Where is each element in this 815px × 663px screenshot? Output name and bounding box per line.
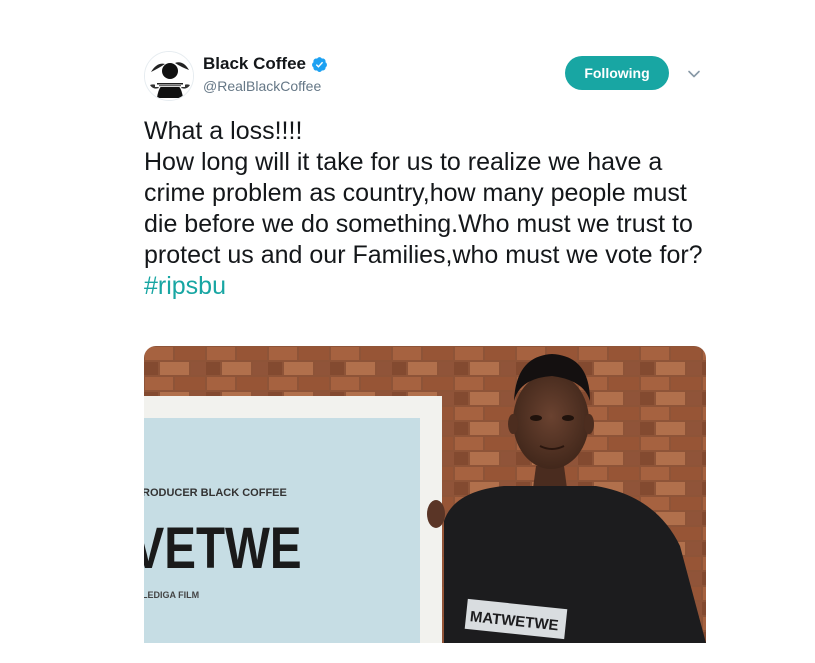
chevron-down-icon[interactable] — [686, 66, 702, 82]
hashtag-link[interactable]: #ripsbu — [144, 272, 226, 300]
poster-bottom-text: LEDIGA FILM — [144, 590, 199, 600]
verified-badge-icon — [312, 56, 327, 72]
photo: RODUCER BLACK COFFEE VETWE LEDIGA FILM M… — [144, 346, 706, 643]
author-handle[interactable]: @RealBlackCoffee — [203, 78, 321, 94]
tweet-card: Black Coffee @RealBlackCoffee Following … — [0, 0, 815, 663]
tweet-text: What a loss!!!! How long will it take fo… — [144, 116, 724, 302]
avatar[interactable] — [144, 51, 194, 101]
tweet-body: What a loss!!!! How long will it take fo… — [144, 117, 703, 269]
tweet-media-image[interactable]: RODUCER BLACK COFFEE VETWE LEDIGA FILM M… — [144, 346, 706, 643]
poster-title-text: VETWE — [144, 517, 302, 582]
following-button[interactable]: Following — [565, 56, 669, 90]
avatar-logo-icon — [145, 52, 193, 100]
poster-producer-text: RODUCER BLACK COFFEE — [144, 487, 287, 499]
author-display-name[interactable]: Black Coffee — [203, 54, 306, 74]
author-name-row[interactable]: Black Coffee — [203, 54, 328, 74]
